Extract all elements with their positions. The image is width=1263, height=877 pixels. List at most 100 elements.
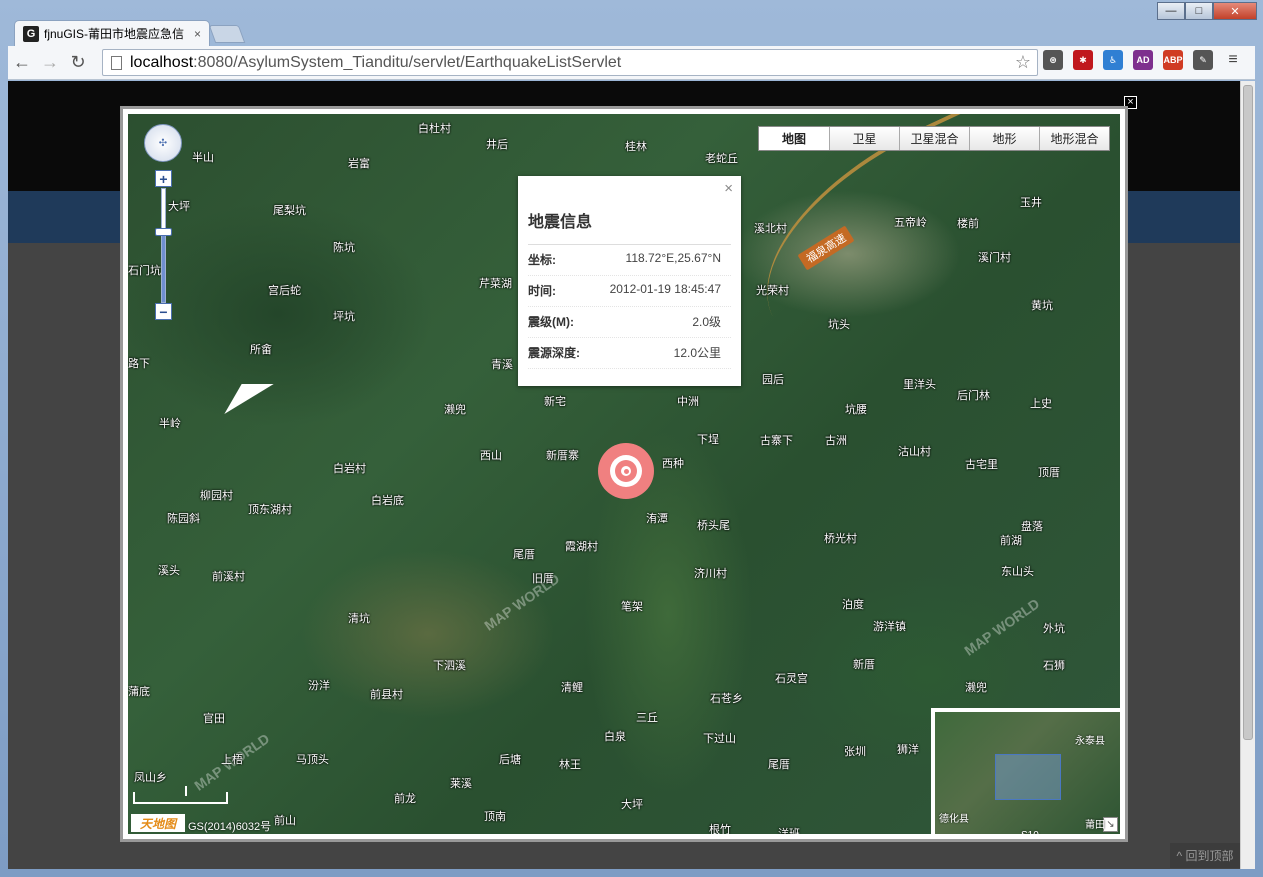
map-navigation-control: ✣ + − [144,124,184,334]
overview-viewport-box[interactable] [995,754,1061,800]
adissu-ext-icon[interactable]: AD [1133,50,1153,70]
row-value: 2012-01-19 18:45:47 [609,282,721,296]
row-label: 时间: [528,284,556,298]
popup-row-time: 时间: 2012-01-19 18:45:47 [528,276,731,307]
place-label: 汾洋 [308,680,330,692]
place-label: 中洲 [677,396,699,408]
map-type-button[interactable]: 卫星混合 [899,127,969,150]
minimize-button[interactable]: — [1157,2,1185,20]
maximize-button[interactable]: □ [1185,2,1213,20]
url-text[interactable]: localhost:8080/AsylumSystem_Tianditu/ser… [130,54,1015,72]
blue-ext-icon[interactable]: ♿ [1103,50,1123,70]
popup-row-coordinate: 坐标: 118.72°E,25.67°N [528,245,731,276]
steering-icon[interactable]: ⊛ [1043,50,1063,70]
place-label: 半岭 [159,418,181,430]
overview-toggle-icon[interactable]: ↘ [1103,817,1118,832]
place-label: 白泉 [604,731,626,743]
place-label: 西种 [662,458,684,470]
place-label: 上梧 [221,754,243,766]
place-label: 溪头 [158,565,180,577]
place-label: 顶厝 [1038,467,1060,479]
place-label: 坑腰 [845,404,867,416]
tab-active[interactable]: G fjnuGIS-莆田市地震应急信 × [14,20,210,46]
place-label: 桥头尾 [697,520,730,532]
overview-place-label: 德化县 [939,814,969,825]
map-type-button[interactable]: 地图 [759,127,829,150]
reload-button[interactable]: ↻ [64,49,92,77]
overview-map[interactable]: ↘ 永泰县德化县莆田 S10 [931,708,1120,834]
place-label: 园后 [762,374,784,386]
row-value: 118.72°E,25.67°N [625,251,721,265]
place-label: 濑兜 [444,404,466,416]
place-label: 新厝 [853,659,875,671]
place-label: 所畲 [250,344,272,356]
place-label: 桂林 [625,141,647,153]
new-tab-button[interactable] [208,25,246,43]
satellite-map[interactable]: 福泉高速 MAP WORLD MAP WORLD MAP WORLD 白杜村 井后… [128,114,1120,834]
place-label: 前湖 [1000,535,1022,547]
popup-close-icon[interactable]: × [724,180,733,197]
place-label: 马顶头 [296,754,329,766]
place-label: 东山头 [1001,566,1034,578]
browser-window: G fjnuGIS-莆田市地震应急信 × — □ ✕ ← → ↻ localho… [0,0,1263,877]
zoom-in-button[interactable]: + [155,170,172,187]
popup-row-depth: 震源深度: 12.0公里 [528,338,731,369]
place-label: 游洋镇 [873,621,906,633]
place-label: 石灵宫 [775,673,808,685]
place-label: 林王 [559,759,581,771]
zoom-slider-track[interactable] [161,188,166,303]
address-bar[interactable]: localhost:8080/AsylumSystem_Tianditu/ser… [102,49,1038,76]
place-label: 井后 [486,139,508,151]
page-scrollbar[interactable] [1240,81,1255,869]
row-value: 12.0公里 [673,346,721,360]
river-road [726,114,1120,382]
asterisk-ext-icon[interactable]: ✱ [1073,50,1093,70]
evernote-ext-icon[interactable]: ✎ [1193,50,1213,70]
place-label: 后门林 [957,390,990,402]
place-label: 狮洋 [897,744,919,756]
map-type-button[interactable]: 卫星 [829,127,899,150]
zoom-slider-handle[interactable] [155,227,172,236]
place-label: 莱溪 [450,778,472,790]
place-label: 沽山村 [898,446,931,458]
place-label: 半山 [192,152,214,164]
place-label: 新厝寨 [546,450,579,462]
browser-menu-icon[interactable]: ≡ [1223,50,1243,70]
place-label: 石狮 [1043,660,1065,672]
place-label: 路下 [128,358,150,370]
popup-title: 地震信息 [528,208,731,245]
bookmark-star-icon[interactable]: ☆ [1015,52,1031,73]
title-bar: G fjnuGIS-莆田市地震应急信 × — □ ✕ [0,0,1263,46]
place-label: 凤山乡 [134,772,167,784]
zoom-out-button[interactable]: − [155,303,172,320]
place-label: 下过山 [703,733,736,745]
map-type-button[interactable]: 地形 [969,127,1039,150]
place-label: 三丘 [636,712,658,724]
place-label: 西山 [480,450,502,462]
scroll-thumb[interactable] [1243,85,1253,740]
tab-close-icon[interactable]: × [194,27,201,41]
place-label: 青溪 [491,359,513,371]
place-label: 泊度 [842,599,864,611]
place-label: 楼前 [957,218,979,230]
map-type-button[interactable]: 地形混合 [1039,127,1109,150]
place-label: 上史 [1030,398,1052,410]
forward-button[interactable]: → [36,49,64,77]
earthquake-info-popup: × 地震信息 坐标: 118.72°E,25.67°N 时间: 2012-01-19… [518,176,741,386]
back-button[interactable]: ← [8,49,36,77]
place-label: 洋班 [778,828,800,834]
close-window-button[interactable]: ✕ [1213,2,1257,20]
abp-ext-icon[interactable]: ABP [1163,50,1183,70]
browser-toolbar: ← → ↻ localhost:8080/AsylumSystem_Tiandi… [8,46,1255,80]
place-label: 玉井 [1020,197,1042,209]
place-label: 光荣村 [756,285,789,297]
zoom-slider-fill [162,231,165,302]
place-label: 外坑 [1043,623,1065,635]
place-label: 老蛇丘 [705,153,738,165]
pan-control-icon[interactable]: ✣ [144,124,182,162]
place-label: 黄坑 [1031,300,1053,312]
back-to-top-button[interactable]: ^ 回到顶部 [1170,843,1240,868]
place-label: 古洲 [825,435,847,447]
earthquake-marker-icon[interactable] [598,443,654,499]
place-label: 笔架 [621,601,643,613]
